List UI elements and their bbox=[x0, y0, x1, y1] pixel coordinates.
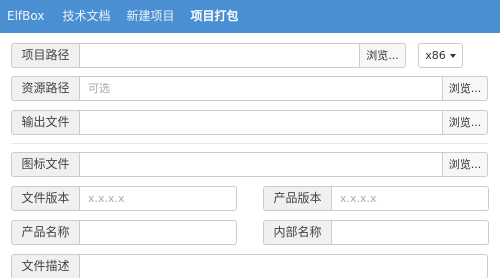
nav-tech-docs[interactable]: 技术文档 bbox=[54, 0, 118, 33]
caret-down-icon bbox=[449, 53, 456, 58]
icon-file-row: 图标文件 浏览... bbox=[11, 152, 488, 177]
product-name-label: 产品名称 bbox=[11, 220, 80, 245]
product-name-group: 产品名称 bbox=[11, 220, 237, 245]
output-file-row: 输出文件 浏览... bbox=[11, 110, 488, 135]
resource-path-label: 资源路径 bbox=[11, 76, 80, 101]
product-version-group: 产品版本 bbox=[263, 186, 489, 211]
project-path-browse-button[interactable]: 浏览... bbox=[360, 43, 406, 68]
icon-file-label: 图标文件 bbox=[11, 152, 80, 177]
file-description-row: 文件描述 bbox=[11, 254, 488, 278]
nav-new-project[interactable]: 新建项目 bbox=[118, 0, 182, 33]
resource-path-browse-button[interactable]: 浏览... bbox=[443, 76, 488, 101]
file-description-label: 文件描述 bbox=[11, 254, 80, 278]
project-path-row: 项目路径 浏览... bbox=[11, 43, 406, 68]
section-divider bbox=[11, 143, 488, 144]
brand-link[interactable]: ElfBox bbox=[0, 0, 54, 33]
internal-name-input[interactable] bbox=[332, 220, 489, 245]
arch-dropdown[interactable]: x86 bbox=[418, 43, 463, 68]
internal-name-label: 内部名称 bbox=[263, 220, 332, 245]
product-version-input[interactable] bbox=[332, 186, 489, 211]
resource-path-input[interactable] bbox=[80, 76, 443, 101]
nav-project-package[interactable]: 项目打包 bbox=[182, 0, 246, 33]
file-version-group: 文件版本 bbox=[11, 186, 237, 211]
resource-path-row: 资源路径 浏览... bbox=[11, 76, 488, 101]
file-version-label: 文件版本 bbox=[11, 186, 80, 211]
internal-name-group: 内部名称 bbox=[263, 220, 489, 245]
output-file-input[interactable] bbox=[80, 110, 443, 135]
project-path-label: 项目路径 bbox=[11, 43, 80, 68]
output-file-browse-button[interactable]: 浏览... bbox=[443, 110, 488, 135]
file-version-input[interactable] bbox=[80, 186, 237, 211]
icon-file-browse-button[interactable]: 浏览... bbox=[443, 152, 488, 177]
project-path-input[interactable] bbox=[80, 43, 360, 68]
top-navbar: ElfBox 技术文档 新建项目 项目打包 bbox=[0, 0, 500, 33]
icon-file-input[interactable] bbox=[80, 152, 443, 177]
product-version-label: 产品版本 bbox=[263, 186, 332, 211]
output-file-label: 输出文件 bbox=[11, 110, 80, 135]
arch-value: x86 bbox=[425, 49, 446, 62]
file-description-input[interactable] bbox=[80, 254, 488, 278]
product-name-input[interactable] bbox=[80, 220, 237, 245]
